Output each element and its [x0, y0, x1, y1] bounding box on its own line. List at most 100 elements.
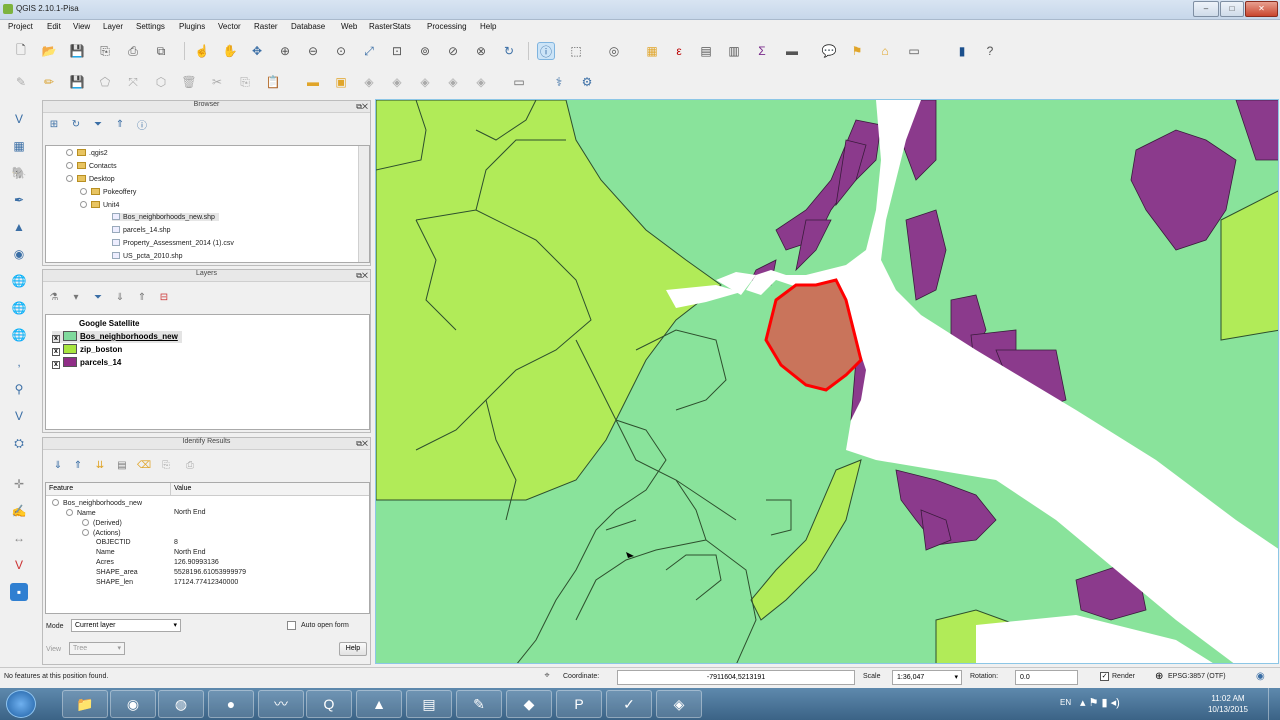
show-bookmarks-icon[interactable]: ⌂	[876, 42, 894, 60]
pin-labels-icon[interactable]: ▣	[332, 73, 350, 91]
georef-icon[interactable]: ↔	[10, 529, 28, 547]
maximize-button[interactable]: □	[1220, 1, 1244, 17]
expand-new-icon[interactable]: ⇊	[93, 458, 107, 472]
change-label-icon[interactable]: ◈	[444, 73, 462, 91]
list-item[interactable]: parcels_14.shp	[112, 226, 170, 234]
coordinate-toggle-icon[interactable]: ⌖	[540, 668, 554, 682]
filter-browser-icon[interactable]: ⏷	[91, 117, 105, 131]
copy-feature-icon[interactable]: ⎘	[159, 458, 173, 472]
deselect-all-icon[interactable]: ▦	[643, 42, 661, 60]
print-composer-icon[interactable]: ⎙	[124, 42, 142, 60]
start-button[interactable]	[6, 690, 36, 718]
rotation-spinbox[interactable]: 0.0	[1015, 670, 1078, 685]
move-label-icon[interactable]: ◈	[388, 73, 406, 91]
measure-line-icon[interactable]: ▬	[783, 42, 801, 60]
add-oracle-layer-icon[interactable]: ◉	[10, 245, 28, 263]
layer-labeling-icon[interactable]: ▬	[304, 73, 322, 91]
collapse-all-icon[interactable]: ⇑	[113, 117, 127, 131]
collapse-tree-icon[interactable]: ⇑	[71, 458, 85, 472]
clock[interactable]: 11:02 AM 10/13/2015	[1208, 693, 1248, 715]
save-edits-icon[interactable]: 💾	[68, 73, 86, 91]
clear-results-icon[interactable]: ⌫	[137, 458, 151, 472]
mode-dropdown[interactable]: Current layer ▾	[71, 619, 181, 632]
add-vector-layer-icon[interactable]: V	[10, 110, 28, 128]
whats-this-icon[interactable]: ?	[981, 42, 999, 60]
plugin-icon[interactable]: ⚙	[578, 73, 596, 91]
table-row[interactable]: (Actions)	[82, 529, 121, 537]
panel-float-close-icon[interactable]: ⧉✕	[356, 102, 368, 112]
zoom-selection-icon[interactable]: ⊡	[388, 42, 406, 60]
zoom-last-icon[interactable]: ⊘	[444, 42, 462, 60]
list-item[interactable]: Pokeoffery	[80, 188, 136, 196]
node-tool-icon[interactable]: ⬡	[152, 73, 170, 91]
sum-statistics-icon[interactable]: Σ	[753, 42, 771, 60]
explorer-taskbar-icon[interactable]: 📁	[62, 690, 108, 718]
new-project-icon[interactable]: 🗋	[12, 42, 30, 60]
map-canvas[interactable]	[375, 99, 1279, 664]
app4-taskbar-icon[interactable]: ▲	[356, 690, 402, 718]
menu-processing[interactable]: Processing	[427, 22, 467, 31]
current-edits-icon[interactable]: ✎	[12, 73, 30, 91]
show-desktop-button[interactable]	[1268, 688, 1280, 720]
toggle-editing-icon[interactable]: ✏	[40, 73, 58, 91]
qgis-taskbar-icon[interactable]: Q	[306, 690, 352, 718]
tray-icons[interactable]: ▴ ⚑ ▮ ◂)	[1080, 696, 1120, 709]
remove-layer-icon[interactable]: ⊟	[157, 290, 171, 304]
field-calculator-icon[interactable]: ε	[670, 42, 688, 60]
expand-tree-icon[interactable]: ⇓	[51, 458, 65, 472]
list-item[interactable]: Property_Assessment_2014 (1).csv	[112, 239, 234, 247]
menu-view[interactable]: View	[73, 22, 90, 31]
add-wfs-icon[interactable]: V	[10, 556, 28, 574]
add-group-icon[interactable]: ▾	[69, 290, 83, 304]
add-wfs-layer-icon[interactable]: 🌐	[10, 326, 28, 344]
digitize-icon[interactable]: ✍	[10, 502, 28, 520]
layer-zip-boston[interactable]: x zip_boston	[52, 344, 122, 356]
menu-layer[interactable]: Layer	[103, 22, 123, 31]
menu-settings[interactable]: Settings	[136, 22, 165, 31]
coordinate-field[interactable]: -7911604,5213191	[617, 670, 855, 685]
add-selected-icon[interactable]: ⊞	[47, 117, 61, 131]
move-feature-icon[interactable]: ⤧	[124, 73, 142, 91]
view-dropdown[interactable]: Tree ▾	[69, 642, 125, 655]
menu-raster[interactable]: Raster	[254, 22, 278, 31]
open-project-icon[interactable]: 📂	[40, 42, 58, 60]
menu-edit[interactable]: Edit	[47, 22, 61, 31]
delete-selected-icon[interactable]: 🗑	[180, 73, 198, 91]
list-item[interactable]: US_pcta_2010.shp	[112, 252, 183, 260]
render-checkbox[interactable]: ✓	[1100, 672, 1109, 681]
language-indicator[interactable]: EN	[1060, 698, 1071, 707]
list-item[interactable]: Unit4	[80, 201, 119, 209]
add-feature-icon[interactable]: ⬠	[96, 73, 114, 91]
zoom-native-icon[interactable]: ⊙	[332, 42, 350, 60]
help-button[interactable]: Help	[339, 642, 367, 656]
app6-taskbar-icon[interactable]: ◈	[656, 690, 702, 718]
add-spatialite-layer-icon[interactable]: ✒	[10, 191, 28, 209]
panel-float-close-icon[interactable]: ⧉✕	[356, 439, 368, 449]
open-layer-styling-icon[interactable]: ⚗	[47, 290, 61, 304]
menu-database[interactable]: Database	[291, 22, 325, 31]
powerpoint-taskbar-icon[interactable]: P	[556, 690, 602, 718]
print-response-icon[interactable]: ⎙	[183, 458, 197, 472]
label-props-icon[interactable]: ◈	[472, 73, 490, 91]
panel-float-close-icon[interactable]: ⧉✕	[356, 271, 368, 281]
help-contents-icon[interactable]: ▮	[953, 42, 971, 60]
auto-open-checkbox[interactable]	[287, 621, 296, 630]
menu-help[interactable]: Help	[480, 22, 496, 31]
map-tips-icon[interactable]: 💬	[820, 42, 838, 60]
menu-rasterstats[interactable]: RasterStats	[369, 22, 411, 31]
add-delimited-text-icon[interactable]: ,	[10, 353, 28, 371]
gps-icon[interactable]: ✛	[10, 475, 28, 493]
new-shapefile-icon[interactable]: V	[10, 407, 28, 425]
app-taskbar-icon[interactable]: ◍	[158, 690, 204, 718]
save-as-icon[interactable]: ⎘	[96, 42, 114, 60]
open-form-icon[interactable]: ▤	[115, 458, 129, 472]
text-annotation-icon[interactable]: ▭	[905, 42, 923, 60]
app2-taskbar-icon[interactable]: ●	[208, 690, 254, 718]
select-by-expression-icon[interactable]: ◎	[605, 42, 623, 60]
messages-icon[interactable]: ◉	[1256, 671, 1265, 682]
scale-combobox[interactable]: 1:36,047 ▾	[892, 670, 962, 685]
crs-globe-icon[interactable]: ⊕	[1155, 671, 1163, 682]
touch-zoom-icon[interactable]: ☝	[193, 42, 211, 60]
zoom-next-icon[interactable]: ⊗	[472, 42, 490, 60]
menu-vector[interactable]: Vector	[218, 22, 241, 31]
